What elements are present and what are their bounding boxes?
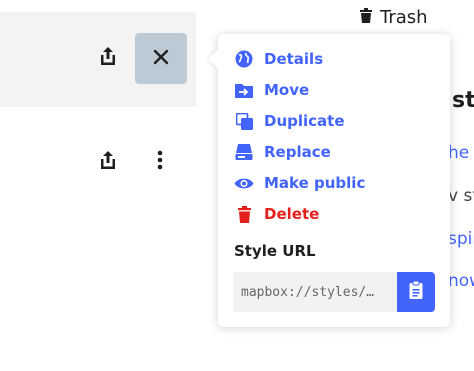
menu-item-label: Replace [264, 143, 331, 161]
background-text: v st [448, 186, 474, 206]
menu-item-label: Details [264, 50, 324, 68]
menu-item-details[interactable]: Details [234, 47, 323, 71]
style-url-field[interactable]: mapbox://styles/… [233, 272, 397, 312]
share-icon [99, 150, 117, 174]
duplicate-icon [234, 111, 254, 131]
clipboard-icon [409, 280, 423, 303]
menu-item-label: Make public [264, 174, 366, 192]
menu-item-make-public[interactable]: Make public [234, 171, 365, 195]
more-options-button[interactable] [148, 149, 172, 175]
share-button[interactable] [95, 45, 121, 71]
eye-icon [234, 173, 254, 193]
menu-item-move[interactable]: Move [234, 78, 309, 102]
replace-icon [234, 142, 254, 162]
trash-link[interactable]: Trash [360, 6, 428, 28]
share-button[interactable] [95, 149, 121, 175]
copy-url-button[interactable] [397, 272, 435, 312]
background-link[interactable]: spir [448, 229, 474, 249]
menu-item-replace[interactable]: Replace [234, 140, 331, 164]
trash-icon [234, 204, 254, 224]
more-vertical-icon [157, 150, 163, 174]
menu-item-delete[interactable]: Delete [234, 202, 319, 226]
trash-icon [360, 7, 372, 28]
move-to-folder-icon [234, 80, 254, 100]
globe-icon [234, 49, 254, 69]
menu-item-label: Move [264, 81, 310, 99]
share-icon [99, 46, 117, 70]
menu-item-label: Delete [264, 205, 320, 223]
close-button[interactable] [135, 33, 187, 84]
page-heading-fragment: st [452, 88, 474, 113]
background-link[interactable]: he S [448, 143, 474, 163]
trash-label: Trash [380, 6, 428, 28]
menu-item-duplicate[interactable]: Duplicate [234, 109, 345, 133]
close-icon [153, 49, 169, 69]
menu-item-label: Duplicate [264, 112, 345, 130]
style-url-label: Style URL [234, 242, 316, 260]
background-link[interactable]: now [448, 271, 474, 291]
style-options-popover: Details Move Duplicate Replace Make publ… [218, 34, 450, 327]
